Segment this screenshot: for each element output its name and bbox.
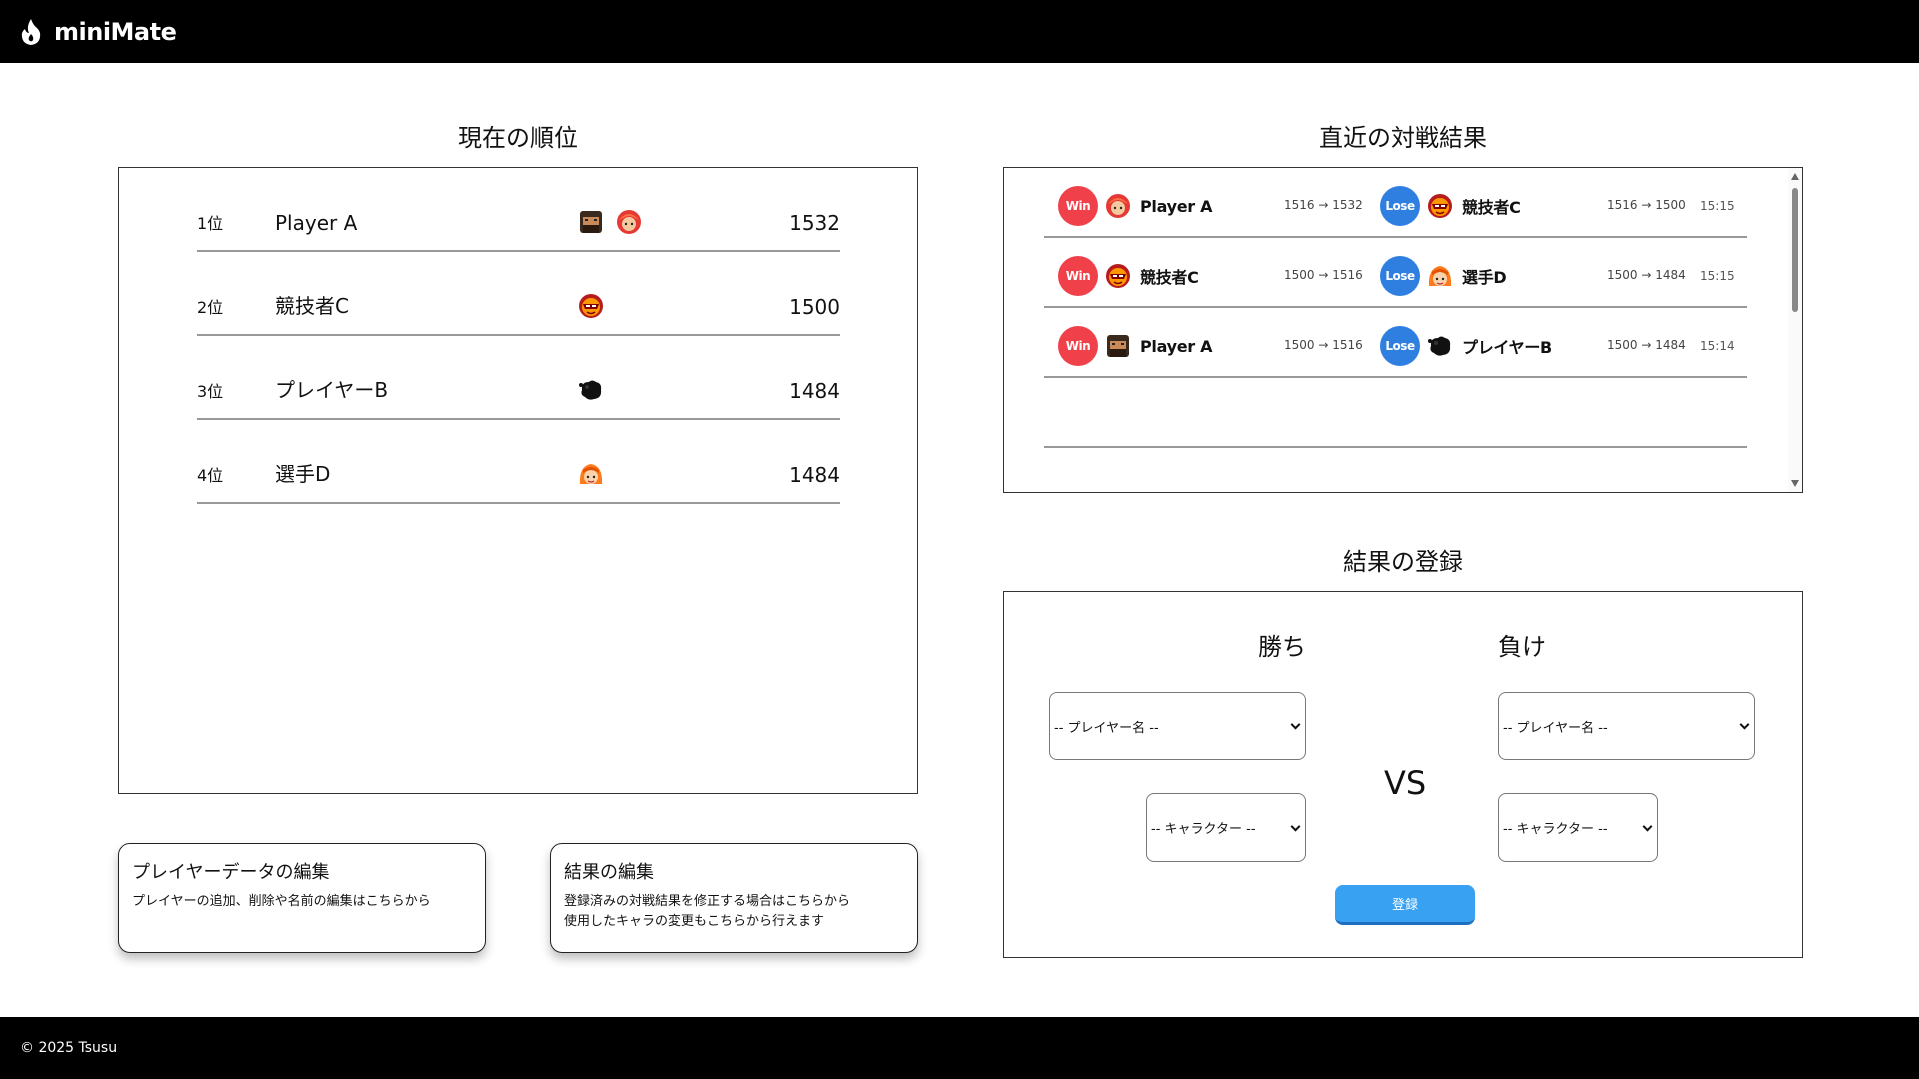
lose-badge: Lose (1380, 256, 1420, 296)
red-masked-fighter-icon (577, 292, 605, 320)
match-row: Win Player A 1500 → 1516 Lose プレイヤーB 150… (1044, 308, 1747, 378)
edit-player-title: プレイヤーデータの編集 (132, 862, 330, 883)
rank-rating: 1484 (789, 379, 840, 403)
win-badge: Win (1058, 326, 1098, 366)
lose-badge: Lose (1380, 186, 1420, 226)
flame-icon (21, 18, 41, 45)
loser-label: 負け (1498, 633, 1546, 661)
rank-characters (577, 376, 605, 404)
loser-player-select[interactable]: -- プレイヤー名 -- (1498, 692, 1755, 760)
rank-player-name: 競技者C (275, 294, 349, 318)
scroll-up-arrow-icon[interactable] (1791, 173, 1799, 180)
winner-side: Win Player A (1058, 325, 1213, 367)
rank-rating: 1500 (789, 295, 840, 319)
match-time: 15:15 (1700, 269, 1735, 283)
red-hair-fighter-icon (615, 208, 643, 236)
red-hair-fighter-icon (1104, 192, 1132, 220)
recent-results-title: 直近の対戦結果 (1319, 124, 1487, 152)
rank-position: 4位 (197, 466, 224, 485)
bearded-fighter-icon (577, 208, 605, 236)
winner-rate-change: 1500 → 1516 (1284, 268, 1363, 282)
app-footer: © 2025 Tsusu (0, 1017, 1919, 1079)
rank-position: 2位 (197, 298, 224, 317)
rank-rating: 1484 (789, 463, 840, 487)
rank-player-name: 選手D (275, 462, 331, 486)
winner-character-select[interactable]: -- キャラクター -- (1146, 793, 1306, 862)
rank-position: 1位 (197, 214, 224, 233)
register-button[interactable]: 登録 (1335, 885, 1475, 925)
register-panel: 勝ち 負け -- プレイヤー名 -- -- キャラクター -- VS -- プレ… (1003, 591, 1803, 958)
loser-rate-change: 1500 → 1484 (1607, 338, 1686, 352)
winner-rate-change: 1516 → 1532 (1284, 198, 1363, 212)
copyright-text: © 2025 Tsusu (20, 1040, 118, 1056)
loser-rate-change: 1516 → 1500 (1607, 198, 1686, 212)
winner-name: 競技者C (1140, 268, 1199, 287)
rank-player-name: Player A (275, 211, 358, 235)
edit-results-card[interactable]: 結果の編集 登録済みの対戦結果を修正する場合はこちらから 使用したキャラの変更も… (550, 843, 918, 953)
loser-name: 選手D (1462, 268, 1507, 287)
loser-name: 競技者C (1462, 198, 1521, 217)
recent-results-panel: Win Player A 1516 → 1532 Lose 競技者C 1516 … (1003, 167, 1803, 493)
win-badge: Win (1058, 186, 1098, 226)
match-row: Win 競技者C 1500 → 1516 Lose 選手D 1500 → 148… (1044, 238, 1747, 308)
match-time: 15:14 (1700, 339, 1735, 353)
winner-side: Win Player A (1058, 185, 1213, 227)
rank-position: 3位 (197, 382, 224, 401)
loser-character-select[interactable]: -- キャラクター -- (1498, 793, 1658, 862)
match-row-empty (1044, 378, 1747, 448)
register-title: 結果の登録 (1343, 548, 1463, 576)
orange-hair-fighter-icon (577, 460, 605, 488)
loser-side: Lose プレイヤーB (1380, 325, 1552, 367)
winner-name: Player A (1140, 336, 1213, 356)
winner-side: Win 競技者C (1058, 255, 1199, 297)
red-masked-fighter-icon (1426, 192, 1454, 220)
winner-name: Player A (1140, 196, 1213, 216)
ranking-row: 1位 Player A 1532 (197, 168, 840, 252)
ranking-title: 現在の順位 (458, 124, 578, 152)
vs-label: VS (1384, 764, 1427, 802)
edit-player-description: プレイヤーの追加、削除や名前の編集はこちらから (132, 894, 431, 909)
app-title[interactable]: miniMate (54, 18, 177, 46)
scrollbar-thumb[interactable] (1792, 188, 1798, 312)
rank-characters (577, 460, 605, 488)
scroll-down-arrow-icon[interactable] (1791, 480, 1799, 487)
chevron-down-icon (1739, 719, 1750, 730)
red-masked-fighter-icon (1104, 262, 1132, 290)
loser-side: Lose 選手D (1380, 255, 1507, 297)
app-header: miniMate (0, 0, 1919, 63)
scrollbar[interactable] (1788, 168, 1802, 492)
ranking-row: 3位 プレイヤーB 1484 (197, 336, 840, 420)
loser-character-select-value: -- キャラクター -- (1503, 822, 1608, 837)
black-blob-icon (1426, 332, 1454, 360)
loser-player-select-value: -- プレイヤー名 -- (1503, 720, 1608, 736)
winner-player-select-value: -- プレイヤー名 -- (1054, 720, 1159, 736)
winner-player-select[interactable]: -- プレイヤー名 -- (1049, 692, 1306, 760)
ranking-panel: 1位 Player A 1532 2位 競技者C 1500 3位 プレイヤーB … (118, 167, 918, 794)
win-badge: Win (1058, 256, 1098, 296)
black-blob-icon (577, 376, 605, 404)
loser-side: Lose 競技者C (1380, 185, 1521, 227)
loser-name: プレイヤーB (1462, 338, 1552, 357)
edit-results-description: 登録済みの対戦結果を修正する場合はこちらから 使用したキャラの変更もこちらから行… (564, 894, 851, 929)
orange-hair-fighter-icon (1426, 262, 1454, 290)
lose-badge: Lose (1380, 326, 1420, 366)
winner-rate-change: 1500 → 1516 (1284, 338, 1363, 352)
match-time: 15:15 (1700, 199, 1735, 213)
rank-characters (577, 292, 605, 320)
match-row: Win Player A 1516 → 1532 Lose 競技者C 1516 … (1044, 168, 1747, 238)
rank-player-name: プレイヤーB (275, 378, 389, 402)
edit-results-title: 結果の編集 (564, 862, 654, 883)
chevron-down-icon (1290, 719, 1301, 730)
chevron-down-icon (1290, 821, 1301, 832)
winner-character-select-value: -- キャラクター -- (1151, 822, 1256, 837)
ranking-row: 2位 競技者C 1500 (197, 252, 840, 336)
chevron-down-icon (1642, 821, 1653, 832)
edit-player-card[interactable]: プレイヤーデータの編集 プレイヤーの追加、削除や名前の編集はこちらから (118, 843, 486, 953)
rank-characters (577, 208, 643, 236)
ranking-row: 4位 選手D 1484 (197, 420, 840, 504)
loser-rate-change: 1500 → 1484 (1607, 268, 1686, 282)
bearded-fighter-icon (1104, 332, 1132, 360)
winner-label: 勝ち (1258, 633, 1306, 661)
rank-rating: 1532 (789, 211, 840, 235)
